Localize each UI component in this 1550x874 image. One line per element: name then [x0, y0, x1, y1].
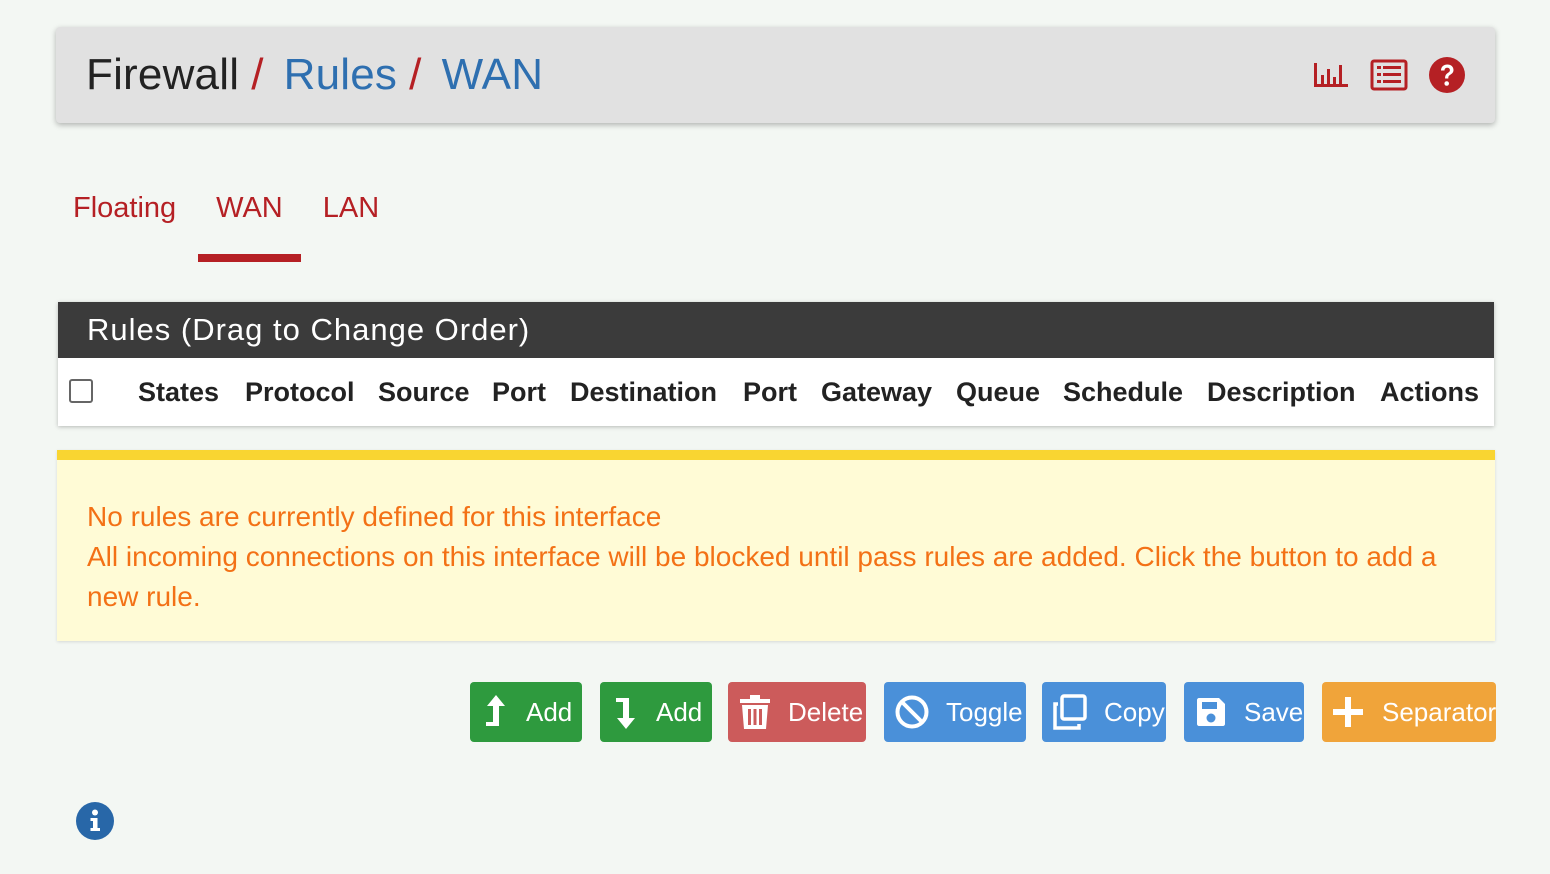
- column-header-protocol[interactable]: Protocol: [245, 358, 355, 426]
- column-header-destination[interactable]: Destination: [570, 358, 717, 426]
- column-header-gateway[interactable]: Gateway: [821, 358, 932, 426]
- column-header-states[interactable]: States: [138, 358, 219, 426]
- tab-floating[interactable]: Floating: [56, 170, 198, 262]
- breadcrumb-separator: /: [409, 50, 422, 99]
- trash-icon: [738, 692, 772, 732]
- column-header-schedule[interactable]: Schedule: [1063, 358, 1183, 426]
- rules-panel-heading: Rules (Drag to Change Order): [58, 302, 1494, 358]
- column-header-description[interactable]: Description: [1207, 358, 1356, 426]
- column-header-destination-port[interactable]: Port: [743, 358, 797, 426]
- plus-icon: [1330, 694, 1366, 730]
- list-icon[interactable]: [1369, 55, 1409, 95]
- save-icon: [1194, 695, 1228, 729]
- add-rule-top-label: Add: [526, 696, 573, 727]
- warning-title: No rules are currently defined for this …: [87, 501, 662, 532]
- column-header-source[interactable]: Source: [378, 358, 470, 426]
- breadcrumb-wan-link[interactable]: WAN: [442, 50, 544, 100]
- header-icons: [1311, 27, 1467, 123]
- select-all-checkbox[interactable]: [69, 379, 93, 403]
- toggle-label: Toggle: [946, 696, 1023, 727]
- delete-label: Delete: [788, 696, 864, 727]
- column-header-queue[interactable]: Queue: [956, 358, 1040, 426]
- add-rule-bottom-label: Add: [656, 696, 703, 727]
- rules-panel: Rules (Drag to Change Order) States Prot…: [58, 302, 1494, 426]
- delete-button[interactable]: Delete: [728, 682, 866, 742]
- separator-label: Separator: [1382, 696, 1497, 727]
- page-header: Firewall / Rules / WAN: [56, 27, 1495, 123]
- arrow-down-icon: [612, 692, 640, 732]
- add-separator-button[interactable]: Separator: [1322, 682, 1496, 742]
- ban-icon: [894, 694, 930, 730]
- add-rule-top-button[interactable]: Add: [470, 682, 582, 742]
- warning-message: All incoming connections on this interfa…: [87, 541, 1437, 612]
- column-header-source-port[interactable]: Port: [492, 358, 546, 426]
- bar-chart-icon[interactable]: [1311, 55, 1351, 95]
- help-icon[interactable]: [1427, 55, 1467, 95]
- breadcrumb: Firewall / Rules / WAN: [86, 27, 543, 123]
- copy-button[interactable]: Copy: [1042, 682, 1166, 742]
- save-button[interactable]: Save: [1184, 682, 1304, 742]
- save-label: Save: [1244, 696, 1304, 727]
- column-header-actions: Actions: [1380, 377, 1480, 407]
- page: Firewall / Rules / WAN Floating WAN LAN …: [0, 0, 1550, 874]
- arrow-up-icon: [482, 692, 510, 732]
- breadcrumb-separator: /: [251, 50, 264, 99]
- interface-tabs: Floating WAN LAN: [56, 170, 397, 262]
- no-rules-warning: No rules are currently defined for this …: [57, 450, 1495, 641]
- tab-lan[interactable]: LAN: [301, 170, 397, 262]
- copy-label: Copy: [1104, 696, 1165, 727]
- toggle-button[interactable]: Toggle: [884, 682, 1026, 742]
- tab-wan[interactable]: WAN: [198, 170, 301, 262]
- copy-icon: [1052, 693, 1088, 731]
- info-icon[interactable]: [74, 800, 116, 842]
- breadcrumb-rules-link[interactable]: Rules: [284, 50, 398, 100]
- add-rule-bottom-button[interactable]: Add: [600, 682, 712, 742]
- breadcrumb-firewall: Firewall: [86, 50, 240, 99]
- rules-table-header: States Protocol Source Port Destination …: [58, 358, 1494, 426]
